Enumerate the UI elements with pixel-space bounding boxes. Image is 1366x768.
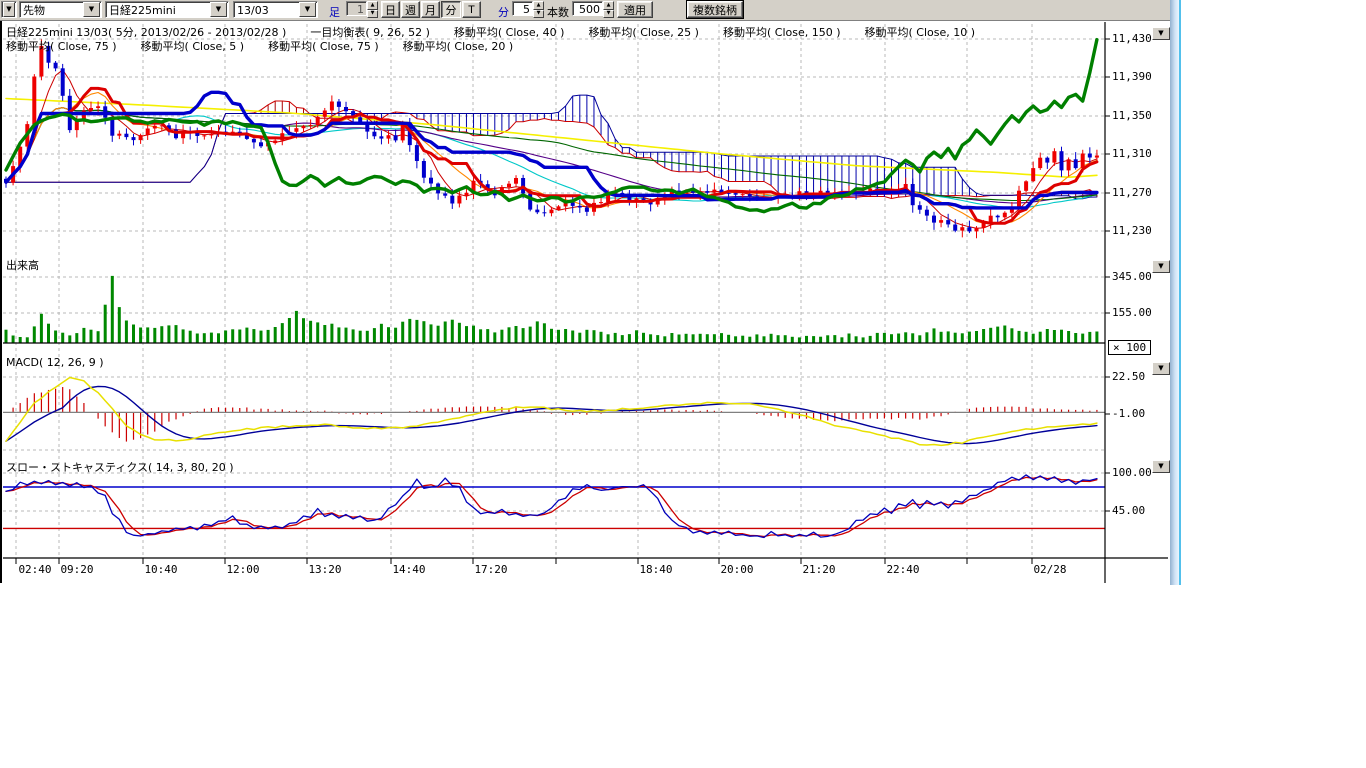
indicator-caption: 移動平均( Close, 10 ): [865, 24, 976, 40]
period-week-button[interactable]: 週: [401, 1, 420, 18]
indicator-caption: 移動平均( Close, 75 ): [6, 38, 117, 54]
ashi-label: 足: [329, 4, 340, 20]
toolbar: ▼ 先物 ▼ 日経225mini ▼ 13/03 ▼ 足 1 ▲▼ 日 週 月 …: [0, 0, 1170, 21]
chart-application-window: ▼ 先物 ▼ 日経225mini ▼ 13/03 ▼ 足 1 ▲▼ 日 週 月 …: [0, 0, 1366, 768]
indicator-caption: 移動平均( Close, 75 ): [268, 38, 379, 54]
price-chart-canvas: [0, 0, 1170, 585]
contract-month-value: 13/03: [234, 3, 298, 17]
chart-info-line-2: 移動平均( Close, 75 ) 移動平均( Close, 5 ) 移動平均( C…: [6, 38, 513, 54]
chevron-down-icon[interactable]: ▼: [3, 2, 15, 17]
indicator-caption: 移動平均( Close, 25 ): [588, 24, 699, 40]
category-combobox[interactable]: 先物 ▼: [19, 1, 102, 18]
bars-count-stepper[interactable]: 500 ▲▼: [572, 1, 614, 18]
spin-down-icon[interactable]: ▼: [603, 10, 614, 19]
period-month-button[interactable]: 月: [421, 1, 440, 18]
spin-up-icon[interactable]: ▲: [603, 1, 614, 10]
price-axis-dropdown-button[interactable]: ▼: [1152, 27, 1170, 40]
chevron-down-icon: ▼: [1158, 365, 1163, 372]
spinner-arrows[interactable]: ▲▼: [367, 1, 378, 18]
chevron-down-icon[interactable]: ▼: [83, 2, 100, 17]
indicator-caption: 移動平均( Close, 150 ): [723, 24, 841, 40]
apply-button[interactable]: 適用: [617, 1, 653, 18]
period-minute-button[interactable]: 分: [441, 1, 461, 18]
time-axis-label: 09:20: [55, 563, 99, 576]
spinner-arrows[interactable]: ▲▼: [603, 1, 614, 18]
chevron-down-icon: ▼: [1158, 463, 1163, 470]
spin-down-icon[interactable]: ▼: [533, 10, 544, 19]
volume-axis-dropdown-button[interactable]: ▼: [1152, 260, 1170, 273]
minutes-label: 分: [498, 4, 509, 20]
minutes-value[interactable]: 5: [512, 1, 533, 16]
period-day-button[interactable]: 日: [381, 1, 400, 18]
spinner-arrows[interactable]: ▲▼: [533, 1, 544, 18]
ashi-interval-stepper[interactable]: 1 ▲▼: [346, 1, 378, 18]
stochastics-axis-label: 100.00: [1112, 466, 1152, 479]
chevron-down-icon[interactable]: ▼: [299, 2, 316, 17]
symbol-combobox[interactable]: 日経225mini ▼: [105, 1, 229, 18]
time-axis-label: 13:20: [303, 563, 347, 576]
stochastics-axis-label: 45.00: [1112, 504, 1145, 517]
time-axis-label: 18:40: [634, 563, 678, 576]
spin-down-icon[interactable]: ▼: [367, 10, 378, 19]
stochastics-panel-label: スロー・ストキャスティクス( 14, 3, 80, 20 ): [6, 459, 234, 475]
bars-count-label: 本数: [547, 4, 569, 20]
indicator-caption: 移動平均( Close, 5 ): [141, 38, 245, 54]
minutes-stepper[interactable]: 5 ▲▼: [512, 1, 544, 18]
mini-combobox[interactable]: ▼: [1, 1, 17, 18]
price-axis-label: 11,390: [1112, 70, 1152, 83]
time-axis-label: 10:40: [139, 563, 183, 576]
price-axis-label: 11,230: [1112, 224, 1152, 237]
time-axis-label: 17:20: [469, 563, 513, 576]
volume-axis-label: 345.00: [1112, 270, 1152, 283]
stochastics-axis-dropdown-button[interactable]: ▼: [1152, 460, 1170, 473]
macd-axis-dropdown-button[interactable]: ▼: [1152, 362, 1170, 375]
spin-up-icon[interactable]: ▲: [367, 1, 378, 10]
time-axis-label: 14:40: [387, 563, 431, 576]
chevron-down-icon: ▼: [1158, 263, 1163, 270]
symbol-value: 日経225mini: [106, 1, 209, 18]
chevron-down-icon: ▼: [1158, 30, 1163, 37]
macd-panel-label: MACD( 12, 26, 9 ): [6, 356, 104, 369]
time-axis-label: 21:20: [797, 563, 841, 576]
volume-panel-label: 出来高: [6, 257, 39, 273]
bars-count-value[interactable]: 500: [572, 1, 603, 16]
time-axis-label: 02:40: [13, 563, 57, 576]
time-axis-label: 12:00: [221, 563, 265, 576]
price-axis-label: 11,350: [1112, 109, 1152, 122]
indicator-caption: 移動平均( Close, 20 ): [403, 38, 514, 54]
category-value: 先物: [20, 1, 82, 18]
time-axis-label: 02/28: [1028, 563, 1072, 576]
time-axis-label: 22:40: [881, 563, 925, 576]
price-axis-label: 11,310: [1112, 147, 1152, 160]
volume-multiplier-box: × 100: [1108, 340, 1151, 355]
multi-symbol-button[interactable]: 複数銘柄: [687, 1, 743, 18]
price-axis-label: 11,270: [1112, 186, 1152, 199]
spin-up-icon[interactable]: ▲: [533, 1, 544, 10]
macd-axis-label: 22.50: [1112, 370, 1145, 383]
chevron-down-icon[interactable]: ▼: [210, 2, 227, 17]
contract-month-combobox[interactable]: 13/03 ▼: [233, 1, 318, 18]
price-axis-label: 11,430: [1112, 32, 1152, 45]
volume-axis-label: 155.00: [1112, 306, 1152, 319]
period-tick-button[interactable]: T: [462, 1, 481, 18]
macd-axis-label: -1.00: [1112, 407, 1145, 420]
ashi-interval-value[interactable]: 1: [346, 1, 367, 16]
vertical-scrollbar[interactable]: [1170, 0, 1179, 585]
scrollbar-edge: [1179, 0, 1181, 585]
time-axis-label: 20:00: [715, 563, 759, 576]
